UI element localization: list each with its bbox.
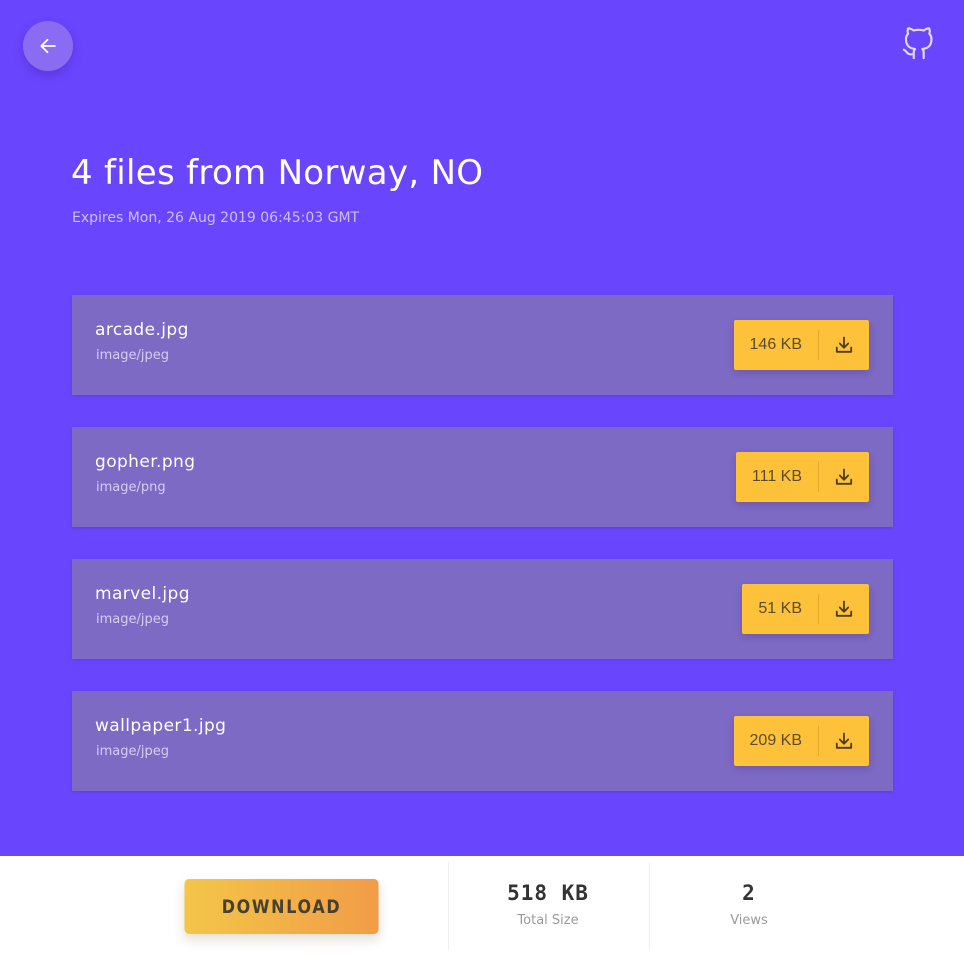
file-download-button[interactable]: 146 KB [733, 320, 869, 370]
total-size-value: 518 KB [507, 881, 589, 905]
file-size: 51 KB [758, 600, 802, 617]
views-label: Views [730, 913, 768, 928]
footer-bar: DOWNLOAD 518 KB Total Size 2 Views [0, 856, 964, 956]
file-size: 146 KB [749, 336, 802, 353]
views-stat: 2 Views [649, 878, 849, 930]
file-size: 209 KB [749, 732, 802, 749]
file-name: marvel.jpg [95, 584, 190, 604]
file-download-button[interactable]: 209 KB [733, 716, 869, 766]
file-name: gopher.png [95, 452, 196, 472]
file-card: gopher.png image/png 111 KB [72, 427, 893, 527]
download-icon [819, 452, 869, 502]
file-card: arcade.jpg image/jpeg 146 KB [72, 295, 893, 395]
file-type: image/jpeg [96, 612, 169, 627]
file-card: marvel.jpg image/jpeg 51 KB [72, 559, 893, 659]
file-download-button[interactable]: 51 KB [742, 584, 869, 634]
file-type: image/jpeg [96, 744, 169, 759]
page-title: 4 files from Norway, NO [71, 153, 484, 193]
download-icon [819, 716, 869, 766]
download-icon [819, 320, 869, 370]
file-size: 111 KB [751, 468, 802, 485]
download-all-button[interactable]: DOWNLOAD [184, 879, 379, 934]
views-value: 2 [742, 881, 756, 905]
github-link[interactable] [901, 27, 935, 61]
file-name: wallpaper1.jpg [95, 716, 227, 736]
file-share-view: 4 files from Norway, NO Expires Mon, 26 … [0, 0, 964, 856]
total-size-stat: 518 KB Total Size [448, 878, 648, 930]
arrow-left-icon [38, 36, 58, 56]
github-icon [901, 27, 935, 61]
file-download-button[interactable]: 111 KB [735, 452, 869, 502]
back-button[interactable] [23, 21, 73, 71]
file-type: image/jpeg [96, 348, 169, 363]
expiry-text: Expires Mon, 26 Aug 2019 06:45:03 GMT [72, 210, 360, 226]
file-name: arcade.jpg [95, 320, 189, 340]
download-icon [819, 584, 869, 634]
file-type: image/png [96, 480, 166, 495]
total-size-label: Total Size [517, 913, 579, 928]
file-card: wallpaper1.jpg image/jpeg 209 KB [72, 691, 893, 791]
